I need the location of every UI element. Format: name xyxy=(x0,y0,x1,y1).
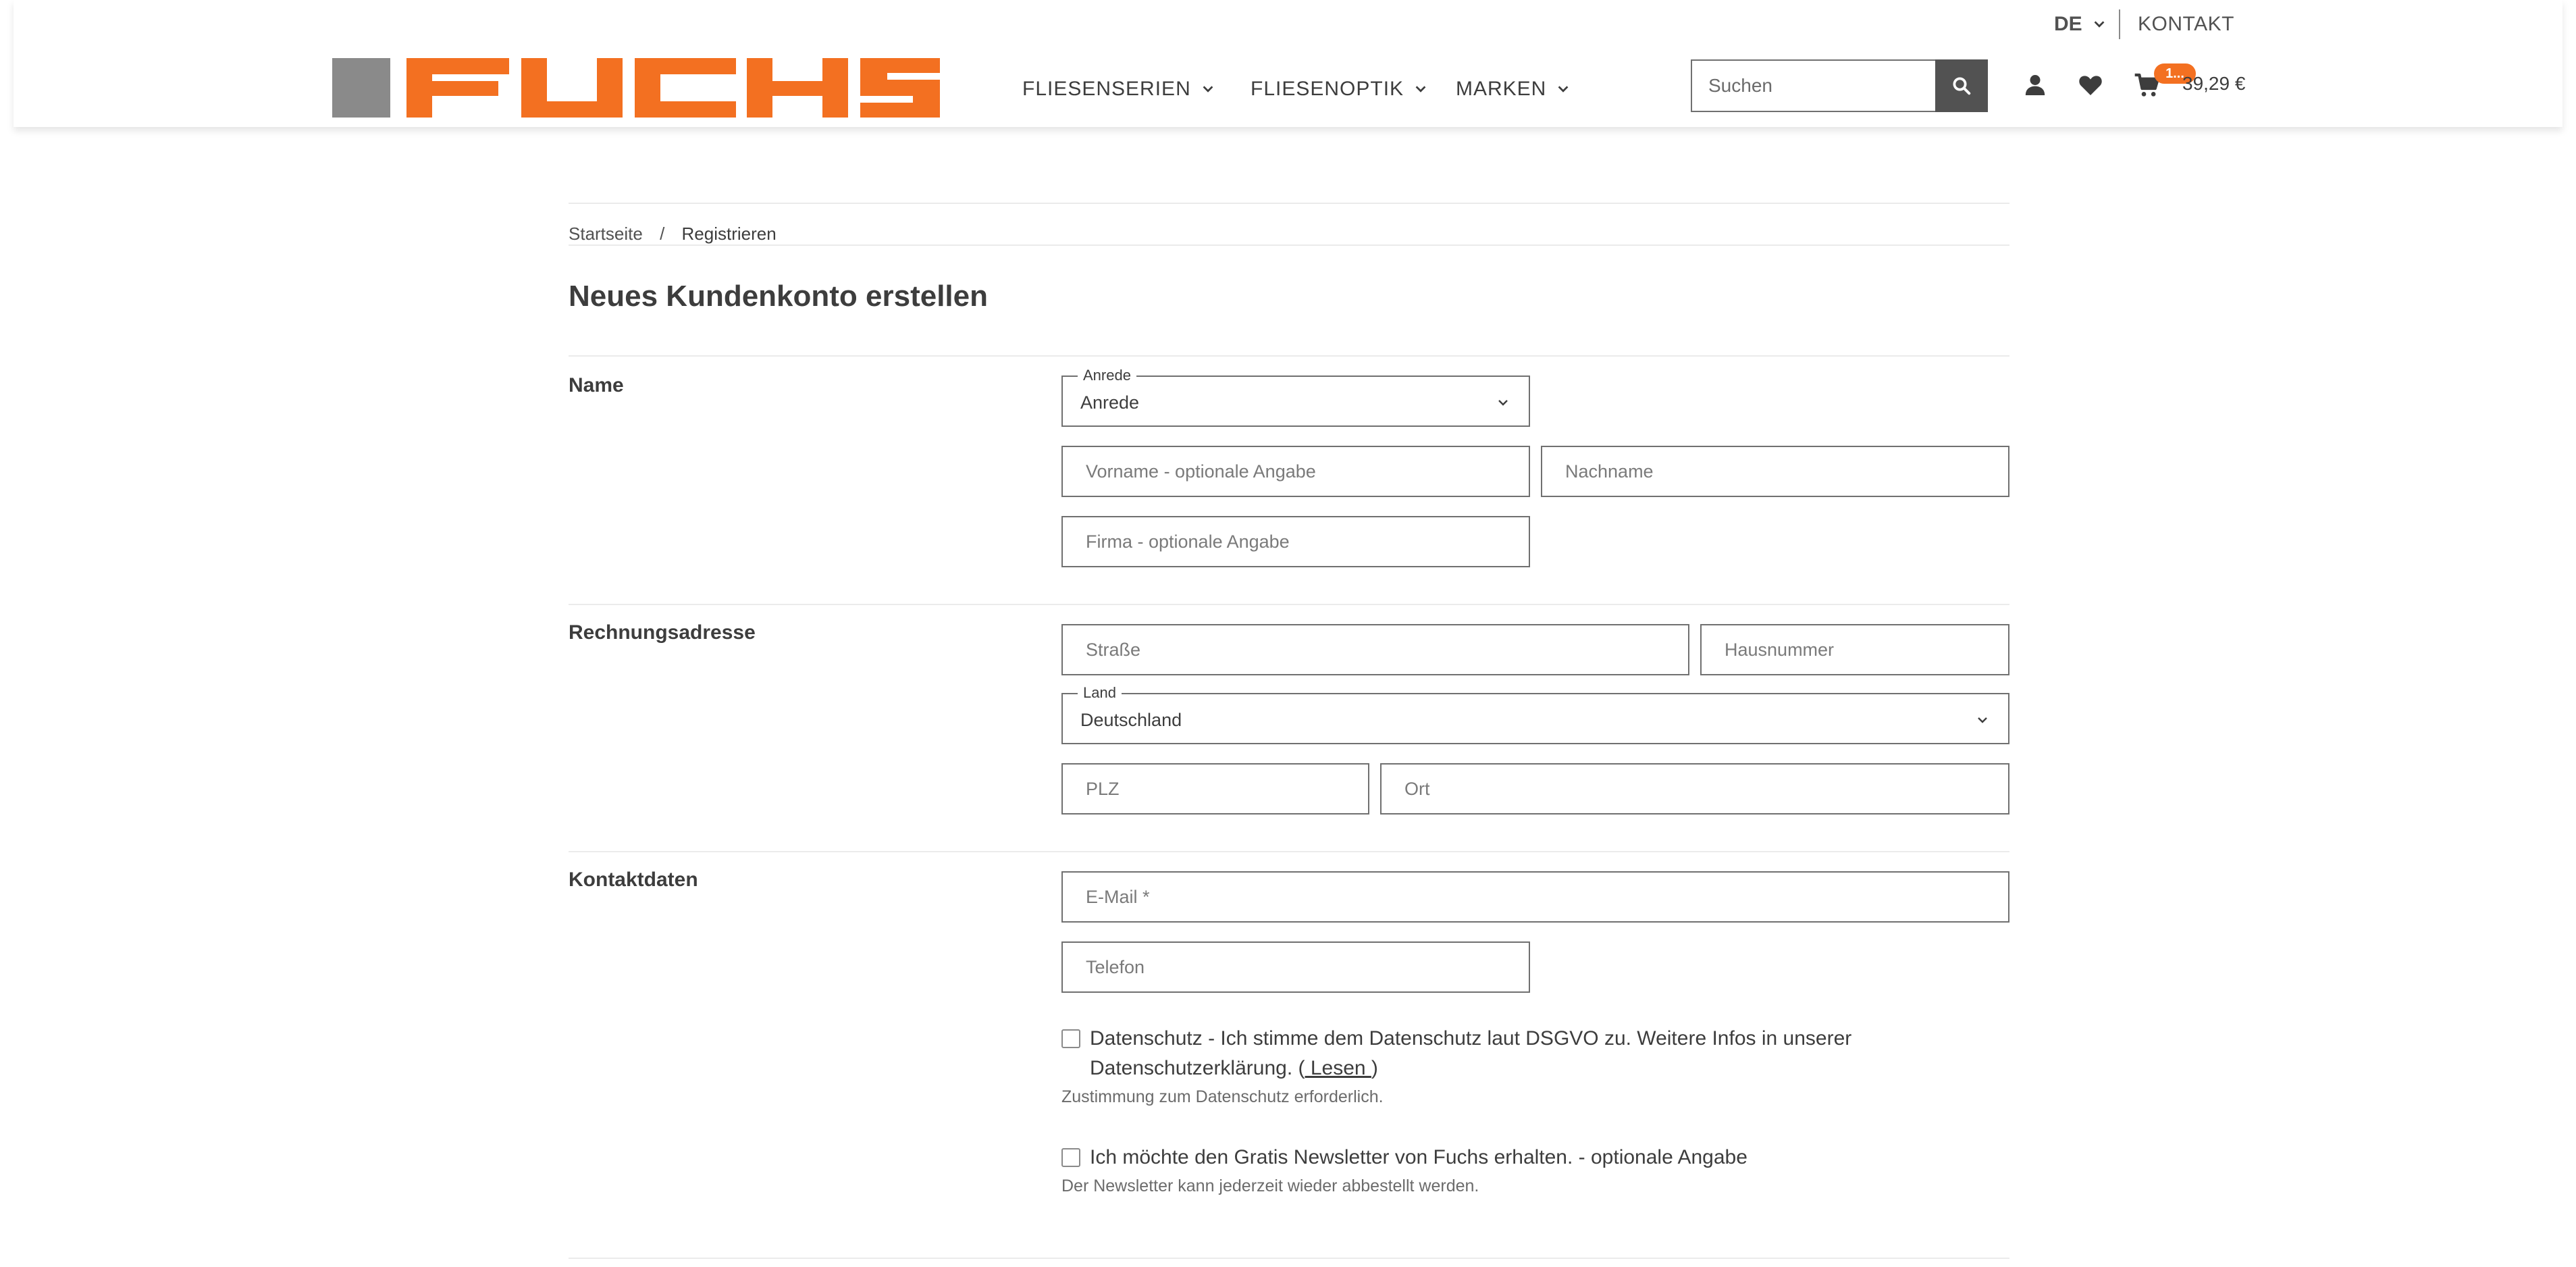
privacy-hint: Zustimmung zum Datenschutz erforderlich. xyxy=(1061,1087,1384,1106)
chevron-down-icon xyxy=(1978,717,1987,723)
newsletter-checkbox[interactable] xyxy=(1061,1148,1080,1167)
company-input[interactable] xyxy=(1061,516,1530,567)
email-input[interactable] xyxy=(1061,871,2009,923)
chevron-down-icon xyxy=(1203,86,1213,93)
section-label-name: Name xyxy=(569,374,624,396)
privacy-close: ) xyxy=(1371,1057,1378,1079)
privacy-read-link[interactable]: Lesen xyxy=(1305,1057,1371,1079)
divider xyxy=(569,355,2009,357)
newsletter-hint: Der Newsletter kann jederzeit wieder abb… xyxy=(1061,1176,1479,1195)
housenumber-input[interactable] xyxy=(1700,624,2009,675)
heart-icon[interactable] xyxy=(2077,72,2104,99)
fuchs-logo[interactable] xyxy=(332,58,940,118)
cart-total[interactable]: 39,29 € xyxy=(2182,73,2245,95)
divider xyxy=(569,1258,2009,1259)
divider xyxy=(569,244,2009,246)
chevron-down-icon xyxy=(1415,86,1426,93)
section-label-contact: Kontaktdaten xyxy=(569,869,698,891)
search-button[interactable] xyxy=(1935,59,1988,112)
privacy-consent-text: Datenschutz - Ich stimme dem Datenschutz… xyxy=(1090,1024,1873,1083)
chevron-down-icon xyxy=(1558,86,1569,93)
chevron-down-icon xyxy=(1498,400,1508,406)
nav-item-label: FLIESENSERIEN xyxy=(1022,78,1191,100)
nav-item-marken[interactable]: MARKEN xyxy=(1456,74,1571,104)
divider xyxy=(569,203,2009,204)
divider xyxy=(569,604,2009,605)
phone-input[interactable] xyxy=(1061,941,1530,993)
privacy-checkbox[interactable] xyxy=(1061,1029,1080,1048)
user-icon[interactable] xyxy=(2022,72,2049,99)
nav-item-label: FLIESENOPTIK xyxy=(1251,78,1404,100)
country-select[interactable]: Land Deutschland xyxy=(1061,683,2009,744)
language-label: DE xyxy=(2054,13,2082,35)
language-selector[interactable]: DE xyxy=(2054,11,2107,38)
privacy-text: Datenschutz - Ich stimme dem Datenschutz… xyxy=(1090,1027,1852,1079)
section-label-billing: Rechnungsadresse xyxy=(569,621,756,644)
search-bar xyxy=(1691,59,1988,112)
search-icon xyxy=(1953,77,1971,95)
nav-item-fliesenoptik[interactable]: FLIESENOPTIK xyxy=(1251,74,1428,104)
city-input[interactable] xyxy=(1380,763,2009,814)
topbar-divider xyxy=(2119,9,2120,39)
salutation-legend: Anrede xyxy=(1078,366,1136,385)
zip-input[interactable] xyxy=(1061,763,1369,814)
search-input[interactable] xyxy=(1691,59,1935,112)
chevron-down-icon xyxy=(2094,21,2105,28)
country-legend: Land xyxy=(1078,683,1122,702)
firstname-input[interactable] xyxy=(1061,446,1530,497)
breadcrumb-separator: / xyxy=(660,224,665,244)
street-input[interactable] xyxy=(1061,624,1689,675)
divider xyxy=(569,851,2009,852)
nav-item-fliesenserien[interactable]: FLIESENSERIEN xyxy=(1022,74,1215,104)
breadcrumb: Startseite / Registrieren xyxy=(569,213,777,254)
salutation-value: Anrede xyxy=(1080,392,1140,413)
site-header: DE KONTAKT FLIESENSERIEN FLIESENOPTIK MA… xyxy=(14,0,2562,127)
newsletter-text: Ich möchte den Gratis Newsletter von Fuc… xyxy=(1090,1146,1747,1168)
breadcrumb-current: Registrieren xyxy=(681,224,777,244)
nav-item-label: MARKEN xyxy=(1456,78,1547,100)
salutation-select[interactable]: Anrede Anrede xyxy=(1061,366,1530,427)
lastname-input[interactable] xyxy=(1541,446,2009,497)
page-title: Neues Kundenkonto erstellen xyxy=(569,280,989,313)
country-value: Deutschland xyxy=(1080,710,1182,730)
breadcrumb-home-link[interactable]: Startseite xyxy=(569,224,643,244)
contact-link[interactable]: KONTAKT xyxy=(2138,11,2234,38)
